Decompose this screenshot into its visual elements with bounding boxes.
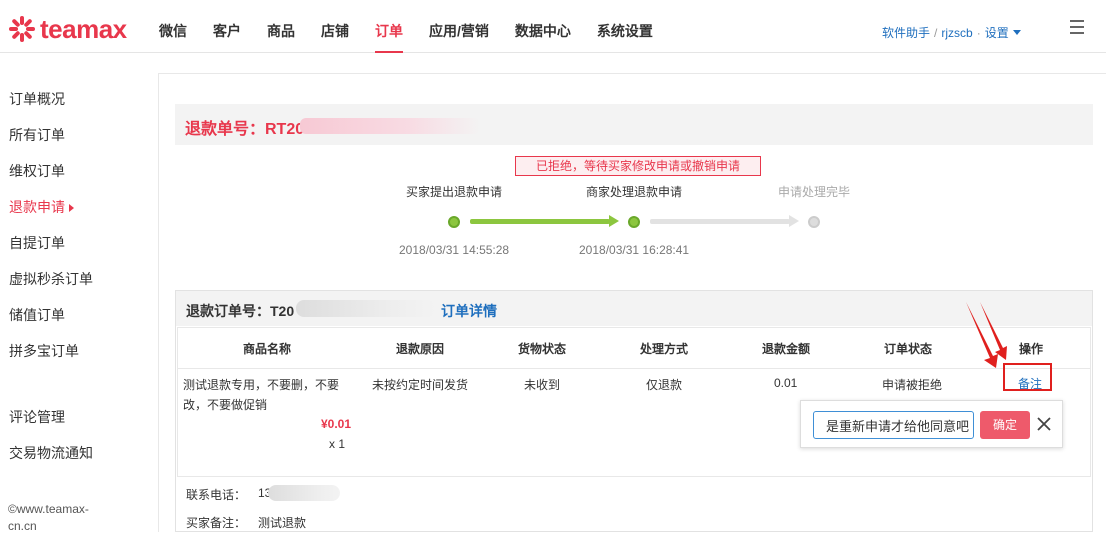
buyer-note-label: 买家备注： xyxy=(186,516,247,530)
note-popover: 确定 xyxy=(800,400,1063,448)
hamburger-menu-icon[interactable] xyxy=(1070,20,1084,34)
step-dot-3 xyxy=(808,216,820,228)
top-navbar: teamax 微信 客户 商品 店铺 订单 应用/营销 数据中心 系统设置 软件… xyxy=(0,0,1106,53)
nav-item-customers[interactable]: 客户 xyxy=(213,0,241,53)
sidebar-item-refund-requests[interactable]: 退款申请 xyxy=(9,197,74,217)
status-banner: 已拒绝，等待买家修改申请或撤销申请 xyxy=(515,156,761,176)
sidebar-item-logistics-notice[interactable]: 交易物流通知 xyxy=(9,443,93,463)
sidebar-item-rights-orders[interactable]: 维权订单 xyxy=(9,161,65,181)
step-time-2: 2018/03/31 16:28:41 xyxy=(579,243,690,257)
close-icon[interactable] xyxy=(1034,414,1054,434)
product-qty: x 1 xyxy=(329,437,346,451)
col-header-amount: 退款金额 xyxy=(762,342,811,356)
arrow-right-icon xyxy=(789,215,799,227)
order-detail-link[interactable]: 订单详情 xyxy=(441,301,497,321)
col-header-method: 处理方式 xyxy=(640,342,689,356)
redacted-order-number xyxy=(296,300,436,317)
annotation-arrows-icon xyxy=(966,302,1007,368)
nav-item-system-settings[interactable]: 系统设置 xyxy=(597,0,653,53)
product-name[interactable]: 测试退款专用，不要删，不要改，不要做促销 xyxy=(183,375,348,415)
redacted-phone xyxy=(268,485,340,501)
col-header-product: 商品名称 xyxy=(243,342,292,356)
arrow-right-icon xyxy=(609,215,619,227)
nav-item-data-center[interactable]: 数据中心 xyxy=(515,0,571,53)
step-time-1: 2018/03/31 14:55:28 xyxy=(399,243,510,257)
order-number-title: 退款订单号：T20 xyxy=(186,303,295,319)
progress-bar-pending xyxy=(650,219,790,224)
col-header-reason: 退款原因 xyxy=(396,342,445,356)
sidebar-item-stored-value-orders[interactable]: 储值订单 xyxy=(9,305,65,325)
user-dot: · xyxy=(976,25,981,40)
progress-bar-done xyxy=(470,219,610,224)
step-label-merchant-process: 商家处理退款申请 xyxy=(586,185,683,199)
copyright-text: ©www.teamax-cn.cn xyxy=(8,502,89,533)
settings-link[interactable]: 设置 xyxy=(985,24,1009,41)
step-label-buyer-request: 买家提出退款申请 xyxy=(406,185,503,199)
arrow-right-icon xyxy=(69,204,74,213)
product-price: ¥0.01 xyxy=(321,417,352,431)
sidebar-item-pickup-orders[interactable]: 自提订单 xyxy=(9,233,65,253)
flower-icon xyxy=(9,16,35,42)
contact-label: 联系电话： xyxy=(186,488,247,502)
sidebar: 订单概况 所有订单 维权订单 退款申请 自提订单 虚拟秒杀订单 储值订单 拼多宝… xyxy=(0,54,158,533)
step-label-complete: 申请处理完毕 xyxy=(778,185,851,199)
sidebar-item-pinduobao-orders[interactable]: 拼多宝订单 xyxy=(9,341,79,361)
col-header-action: 操作 xyxy=(1019,342,1044,356)
sidebar-item-order-overview[interactable]: 订单概况 xyxy=(9,89,65,109)
helper-link[interactable]: 软件助手 xyxy=(882,24,930,41)
refund-reason: 未按约定时间发货 xyxy=(372,378,469,392)
sidebar-item-virtual-flash-orders[interactable]: 虚拟秒杀订单 xyxy=(9,269,93,289)
brand-name: teamax xyxy=(40,13,127,44)
note-button[interactable]: 备注 xyxy=(1018,375,1042,392)
order-status: 申请被拒绝 xyxy=(882,378,943,392)
main-nav: 微信 客户 商品 店铺 订单 应用/营销 数据中心 系统设置 xyxy=(159,0,679,53)
refund-amount: 0.01 xyxy=(774,376,798,390)
nav-item-products[interactable]: 商品 xyxy=(267,0,295,53)
redacted-number xyxy=(300,118,480,134)
refund-number-title: 退款单号：RT20 xyxy=(185,121,305,138)
note-input[interactable] xyxy=(813,411,974,439)
user-menu: 软件助手 / rjzscb · 设置 xyxy=(882,24,1021,41)
step-dot-1 xyxy=(448,216,460,228)
order-header: 退款订单号：T20 订单详情 xyxy=(176,291,1092,326)
user-separator: / xyxy=(934,25,938,40)
col-header-goods-status: 货物状态 xyxy=(518,342,567,356)
sidebar-item-review-management[interactable]: 评论管理 xyxy=(9,407,65,427)
step-dot-2 xyxy=(628,216,640,228)
nav-item-stores[interactable]: 店铺 xyxy=(321,0,349,53)
sidebar-item-all-orders[interactable]: 所有订单 xyxy=(9,125,65,145)
refund-header: 退款单号：RT20 xyxy=(175,104,1093,145)
account-name[interactable]: rjzscb xyxy=(941,26,972,40)
buyer-note-value: 测试退款 xyxy=(258,516,307,530)
teamax-logo[interactable]: teamax xyxy=(8,14,127,44)
nav-item-orders[interactable]: 订单 xyxy=(375,0,403,53)
refund-method: 仅退款 xyxy=(646,378,683,392)
col-header-order-status: 订单状态 xyxy=(884,342,933,356)
chevron-down-icon[interactable] xyxy=(1012,30,1021,35)
nav-item-apps-marketing[interactable]: 应用/营销 xyxy=(429,0,489,53)
sidebar-item-label: 退款申请 xyxy=(9,199,65,215)
header-divider xyxy=(178,368,1090,369)
confirm-button[interactable]: 确定 xyxy=(980,411,1030,439)
nav-item-wechat[interactable]: 微信 xyxy=(159,0,187,53)
goods-status: 未收到 xyxy=(524,378,561,392)
